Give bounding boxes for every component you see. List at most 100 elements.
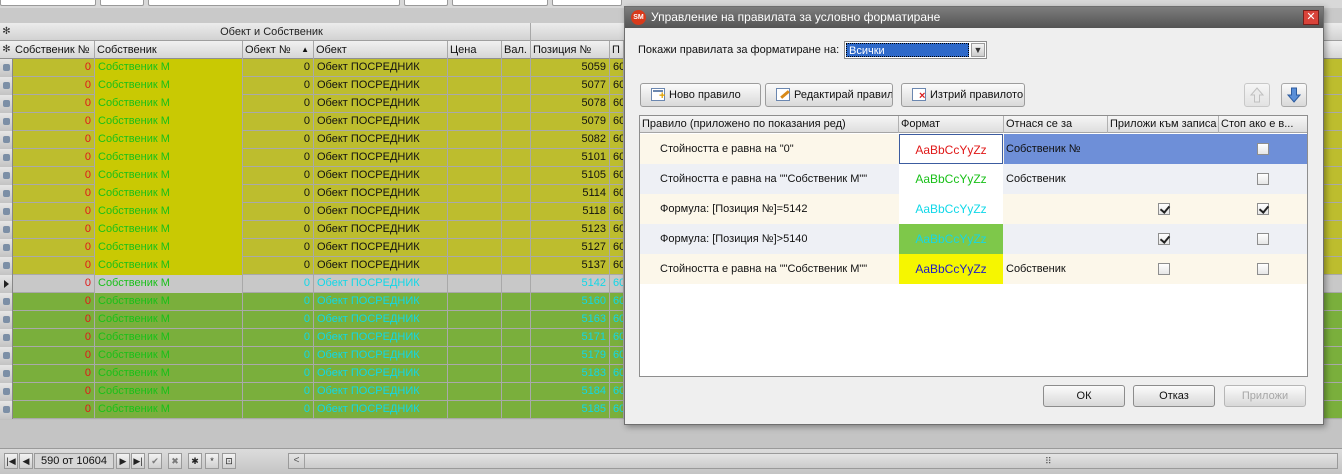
filter-field[interactable] bbox=[148, 0, 400, 6]
apply-to-record-checkbox[interactable] bbox=[1158, 263, 1170, 275]
cell-owner[interactable]: Собственик М bbox=[95, 257, 243, 275]
cell-truncated[interactable]: 60 bbox=[610, 293, 624, 311]
cell-object-no[interactable]: 0 bbox=[243, 401, 314, 419]
col-owner-no[interactable]: Собственик № bbox=[13, 41, 95, 59]
cell-price[interactable] bbox=[448, 329, 502, 347]
cell-price[interactable] bbox=[448, 257, 502, 275]
cell-owner[interactable]: Собственик М bbox=[95, 347, 243, 365]
horizontal-scrollbar[interactable]: < ⠿ bbox=[288, 453, 1338, 469]
filter-field[interactable] bbox=[452, 0, 548, 6]
cell-truncated[interactable]: 60 bbox=[610, 383, 624, 401]
apply-to-record-checkbox[interactable] bbox=[1158, 203, 1170, 215]
prev-record-icon[interactable]: ◀ bbox=[19, 453, 33, 469]
new-rule-button[interactable]: Ново правило bbox=[640, 83, 761, 107]
cell-price[interactable] bbox=[448, 203, 502, 221]
cell-position-no[interactable]: 5059 bbox=[531, 59, 610, 77]
cell-truncated[interactable]: 60 bbox=[610, 131, 624, 149]
cell-currency[interactable] bbox=[502, 383, 531, 401]
row-indicator[interactable] bbox=[0, 311, 13, 329]
col-object[interactable]: Обект bbox=[314, 41, 448, 59]
cell-position-no[interactable]: 5101 bbox=[531, 149, 610, 167]
filter-field[interactable] bbox=[404, 0, 448, 6]
scroll-left-icon[interactable]: < bbox=[289, 454, 305, 468]
cell-price[interactable] bbox=[448, 383, 502, 401]
cell-object-no[interactable]: 0 bbox=[243, 203, 314, 221]
cell-owner-no[interactable]: 0 bbox=[13, 275, 95, 293]
cell-owner[interactable]: Собственик М bbox=[95, 167, 243, 185]
cell-truncated[interactable]: 60 bbox=[610, 77, 624, 95]
row-indicator[interactable] bbox=[0, 167, 13, 185]
cell-object[interactable]: Обект ПОСРЕДНИК bbox=[314, 221, 448, 239]
cell-currency[interactable] bbox=[502, 221, 531, 239]
dialog-titlebar[interactable]: SM Управление на правилата за условно фо… bbox=[625, 7, 1323, 28]
cell-owner-no[interactable]: 0 bbox=[13, 59, 95, 77]
rule-row[interactable]: Стойността е равна на ""Собственик М"" Aa… bbox=[640, 164, 1307, 194]
cell-object[interactable]: Обект ПОСРЕДНИК bbox=[314, 383, 448, 401]
cell-object-no[interactable]: 0 bbox=[243, 365, 314, 383]
cell-price[interactable] bbox=[448, 311, 502, 329]
cell-position-no[interactable]: 5082 bbox=[531, 131, 610, 149]
cell-currency[interactable] bbox=[502, 167, 531, 185]
cell-price[interactable] bbox=[448, 365, 502, 383]
cell-truncated[interactable]: 60 bbox=[610, 59, 624, 77]
col-owner[interactable]: Собственик bbox=[95, 41, 243, 59]
cell-price[interactable] bbox=[448, 167, 502, 185]
cancel-edit-icon[interactable]: ✖ bbox=[168, 453, 182, 469]
cell-price[interactable] bbox=[448, 221, 502, 239]
apply-to-record-checkbox[interactable] bbox=[1158, 233, 1170, 245]
row-indicator[interactable] bbox=[0, 383, 13, 401]
cell-truncated[interactable]: 60 bbox=[610, 365, 624, 383]
row-indicator[interactable] bbox=[0, 77, 13, 95]
cell-object-no[interactable]: 0 bbox=[243, 167, 314, 185]
cell-owner-no[interactable]: 0 bbox=[13, 239, 95, 257]
cell-truncated[interactable]: 60 bbox=[610, 167, 624, 185]
cell-owner[interactable]: Собственик М bbox=[95, 383, 243, 401]
col-format[interactable]: Формат bbox=[899, 116, 1004, 133]
cell-price[interactable] bbox=[448, 59, 502, 77]
cell-owner[interactable]: Собственик М bbox=[95, 185, 243, 203]
cell-price[interactable] bbox=[448, 149, 502, 167]
cell-currency[interactable] bbox=[502, 311, 531, 329]
stop-if-true-checkbox[interactable] bbox=[1257, 143, 1269, 155]
row-indicator[interactable] bbox=[0, 221, 13, 239]
row-indicator[interactable] bbox=[0, 401, 13, 419]
rule-row[interactable]: Формула: [Позиция №]=5142 AaBbCcYyZz bbox=[640, 194, 1307, 224]
cell-owner-no[interactable]: 0 bbox=[13, 365, 95, 383]
cell-object-no[interactable]: 0 bbox=[243, 293, 314, 311]
cell-currency[interactable] bbox=[502, 365, 531, 383]
edit-rule-button[interactable]: Редактирай правилото bbox=[765, 83, 893, 107]
cell-price[interactable] bbox=[448, 239, 502, 257]
cell-price[interactable] bbox=[448, 95, 502, 113]
cell-object-no[interactable]: 0 bbox=[243, 59, 314, 77]
row-indicator[interactable] bbox=[0, 347, 13, 365]
cell-owner[interactable]: Собственик М bbox=[95, 221, 243, 239]
cell-currency[interactable] bbox=[502, 203, 531, 221]
first-record-icon[interactable]: |◀ bbox=[4, 453, 18, 469]
cell-price[interactable] bbox=[448, 77, 502, 95]
cell-truncated[interactable]: 60 bbox=[610, 113, 624, 131]
cell-owner-no[interactable]: 0 bbox=[13, 401, 95, 419]
cell-object[interactable]: Обект ПОСРЕДНИК bbox=[314, 401, 448, 419]
cell-object[interactable]: Обект ПОСРЕДНИК bbox=[314, 203, 448, 221]
cell-position-no[interactable]: 5163 bbox=[531, 311, 610, 329]
cell-truncated[interactable]: 60 bbox=[610, 221, 624, 239]
cell-object-no[interactable]: 0 bbox=[243, 185, 314, 203]
col-currency[interactable]: Вал. bbox=[502, 41, 531, 59]
cell-object-no[interactable]: 0 bbox=[243, 257, 314, 275]
row-indicator[interactable] bbox=[0, 203, 13, 221]
cell-currency[interactable] bbox=[502, 59, 531, 77]
cell-price[interactable] bbox=[448, 131, 502, 149]
cell-owner-no[interactable]: 0 bbox=[13, 167, 95, 185]
cell-object[interactable]: Обект ПОСРЕДНИК bbox=[314, 239, 448, 257]
cell-owner[interactable]: Собственик М bbox=[95, 311, 243, 329]
cell-owner[interactable]: Собственик М bbox=[95, 293, 243, 311]
cell-owner[interactable]: Собственик М bbox=[95, 203, 243, 221]
cell-owner-no[interactable]: 0 bbox=[13, 203, 95, 221]
col-price[interactable]: Цена bbox=[448, 41, 502, 59]
cell-owner-no[interactable]: 0 bbox=[13, 221, 95, 239]
show-rules-select[interactable]: Всички ▼ bbox=[844, 41, 987, 59]
cell-owner-no[interactable]: 0 bbox=[13, 329, 95, 347]
cell-position-no[interactable]: 5078 bbox=[531, 95, 610, 113]
filter-field[interactable] bbox=[552, 0, 622, 6]
cell-owner-no[interactable]: 0 bbox=[13, 185, 95, 203]
